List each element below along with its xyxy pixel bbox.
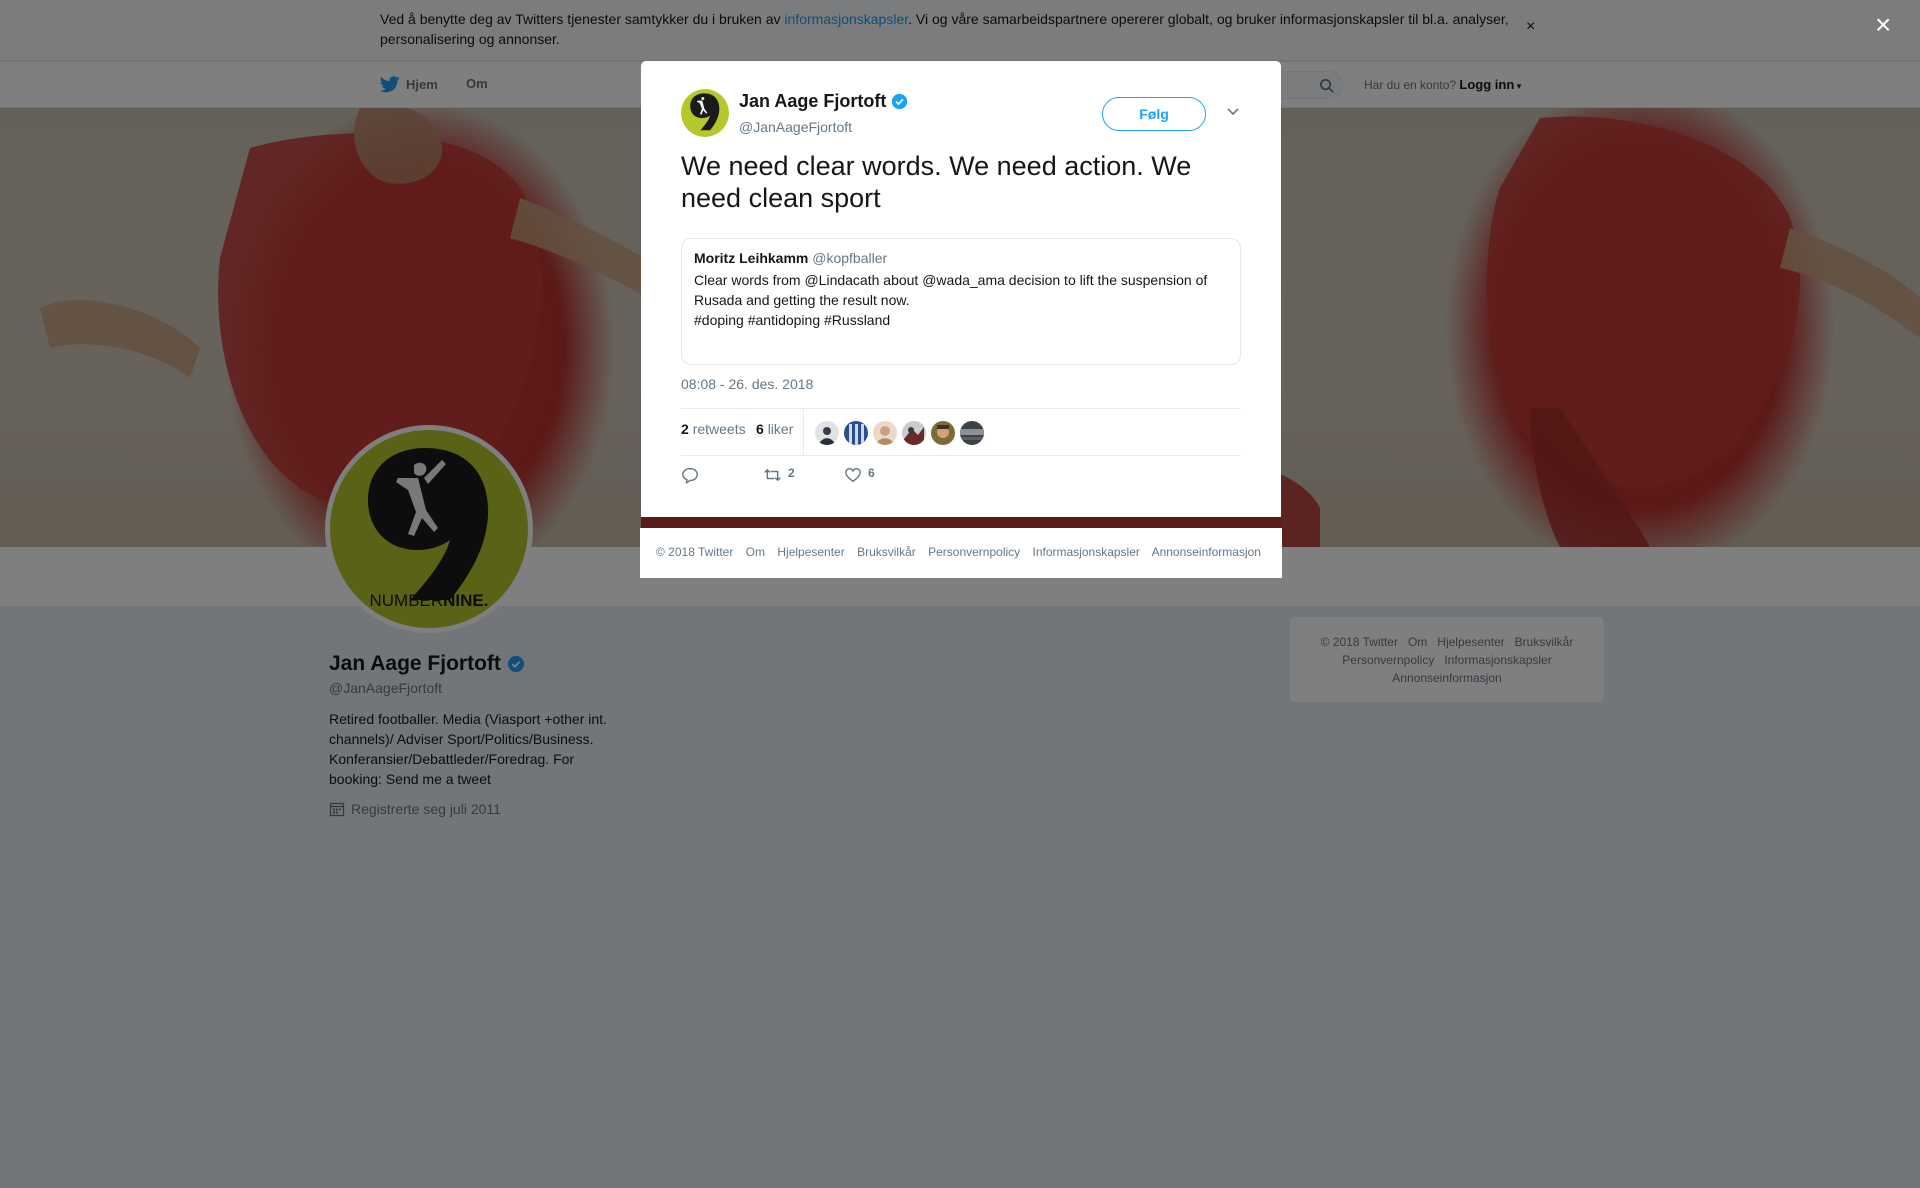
retweet-count: 2 [788,466,795,480]
author-avatar[interactable] [681,89,729,137]
numbernine-logo-small [681,89,729,137]
reply-button[interactable] [681,466,699,484]
liker-avatar[interactable] [960,421,984,445]
retweet-button[interactable]: 2 [763,466,795,484]
reply-icon [682,467,698,484]
verified-badge-icon [892,93,908,110]
footer-link-help[interactable]: Hjelpesenter [777,545,844,559]
quoted-author-name: Moritz Leihkamm [694,250,809,266]
heart-icon [845,467,861,483]
retweets-stat[interactable]: 2 retweets [681,421,746,437]
tweet-actions: 2 6 [681,466,1241,496]
banner-edge [641,517,1281,528]
author-name[interactable]: Jan Aage Fjortoft [739,91,908,112]
tweet-permalink-modal: Jan Aage Fjortoft @JanAageFjortoft Følg … [641,61,1281,517]
quoted-tweet-text: Clear words from @Lindacath about @wada_… [694,272,1208,328]
quoted-tweet[interactable]: Moritz Leihkamm @kopfballer Clear words … [681,238,1241,365]
likes-stat[interactable]: 6 liker [756,421,793,437]
liker-avatar[interactable] [873,421,897,445]
stats-divider [803,409,804,455]
close-icon[interactable]: × [1875,11,1891,39]
like-count: 6 [868,466,875,480]
liker-avatar[interactable] [815,421,839,445]
tweet-text: We need clear words. We need action. We … [681,151,1192,213]
footer-link-privacy[interactable]: Personvernpolicy [928,545,1020,559]
chevron-down-icon [1227,108,1239,116]
footer-link-terms[interactable]: Bruksvilkår [857,545,916,559]
liker-avatar[interactable] [902,421,926,445]
retweet-icon [764,468,781,482]
tweet-timestamp[interactable]: 08:08 - 26. des. 2018 [681,376,813,392]
likers-avatars [815,421,984,445]
author-handle[interactable]: @JanAageFjortoft [739,119,852,135]
tweet-stats: 2 retweets 6 liker [681,408,1241,456]
modal-footer: © 2018 Twitter Om Hjelpesenter Bruksvilk… [640,528,1282,578]
quoted-author-handle: @kopfballer [812,250,888,266]
footer-copyright: © 2018 Twitter [656,545,734,559]
follow-button[interactable]: Følg [1102,97,1206,131]
footer-link-about[interactable]: Om [746,545,765,559]
tweet-menu-button[interactable] [1226,103,1240,121]
footer-link-cookies[interactable]: Informasjonskapsler [1033,545,1140,559]
quoted-tweet-header: Moritz Leihkamm @kopfballer [694,249,1228,267]
liker-avatar[interactable] [931,421,955,445]
like-button[interactable]: 6 [844,466,875,484]
liker-avatar[interactable] [844,421,868,445]
footer-link-ads-info[interactable]: Annonseinformasjon [1152,545,1261,559]
